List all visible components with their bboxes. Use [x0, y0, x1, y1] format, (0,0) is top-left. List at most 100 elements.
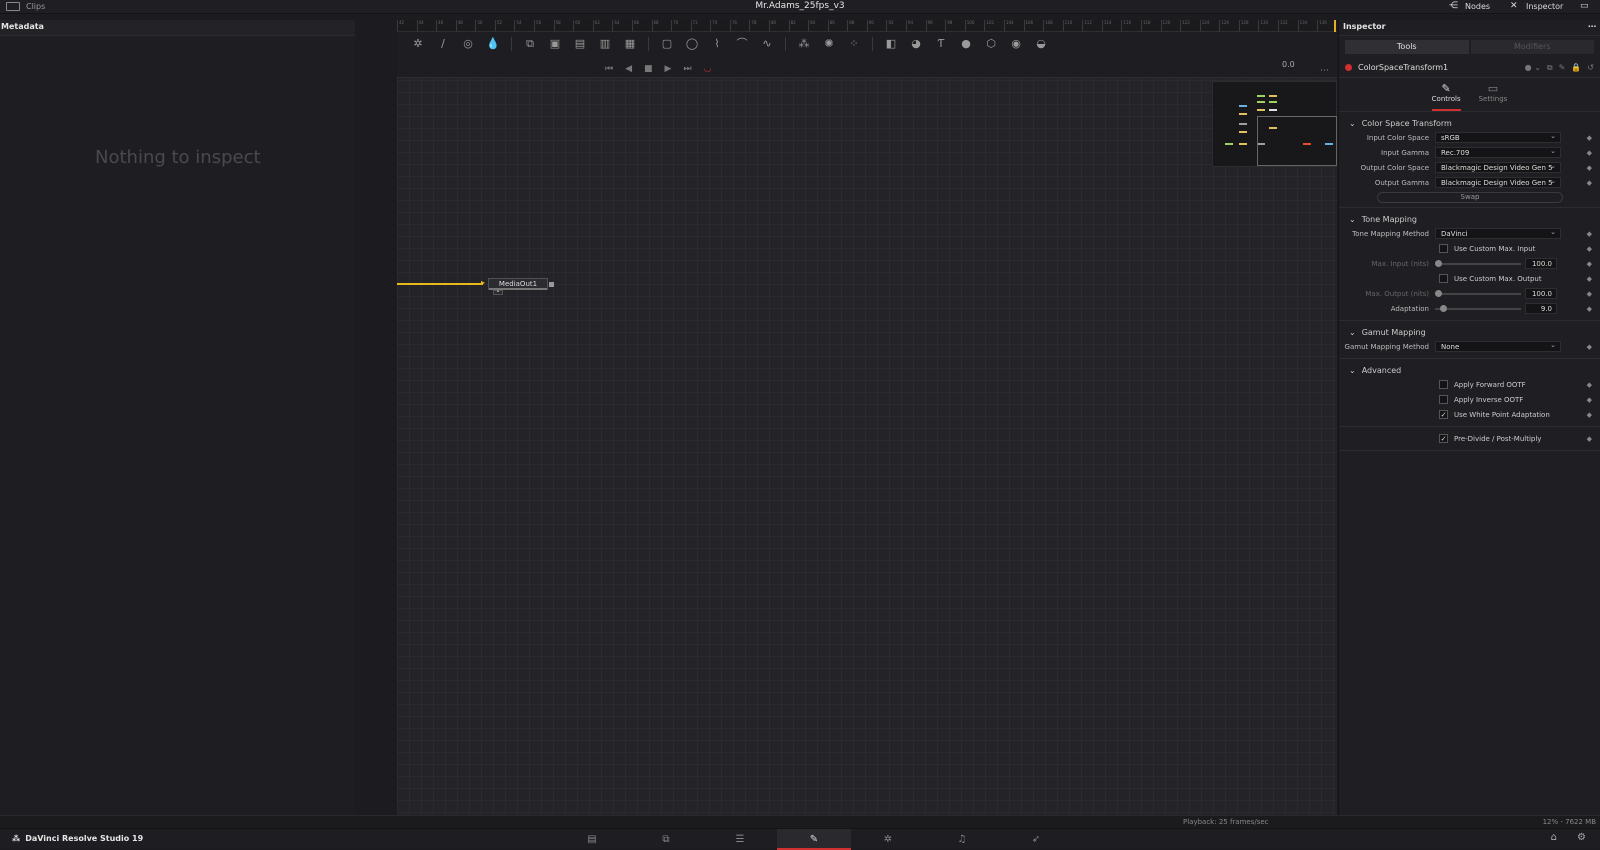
camera-3d-icon[interactable]: ⬡: [980, 36, 1002, 52]
output-color-space-dropdown[interactable]: Blackmagic Design Video Gen 5: [1435, 161, 1561, 173]
section-advanced[interactable]: ⌄ Advanced: [1339, 363, 1600, 377]
go-to-end-icon[interactable]: ⏭: [683, 64, 691, 74]
node-mask-port[interactable]: •: [493, 290, 503, 295]
inspector-options-icon[interactable]: ⋯: [1588, 22, 1596, 33]
use-custom-max-output-checkbox[interactable]: [1439, 274, 1448, 283]
keyframe-icon[interactable]: ◆: [1587, 134, 1592, 142]
version-dropdown-icon[interactable]: ● ⌄: [1525, 63, 1541, 73]
use-custom-max-input-checkbox[interactable]: [1439, 244, 1448, 253]
apply-inverse-ootf-checkbox[interactable]: [1439, 395, 1448, 404]
particle-render-icon[interactable]: ✺: [818, 36, 840, 52]
fullscreen-button[interactable]: ▭: [1580, 1, 1591, 11]
adaptation-slider[interactable]: [1435, 304, 1521, 312]
go-to-start-icon[interactable]: ⏮: [605, 64, 613, 74]
swap-button[interactable]: Swap: [1377, 192, 1563, 203]
more-options-icon[interactable]: ⋯: [1320, 66, 1329, 76]
tab-controls[interactable]: ✎ Controls: [1431, 82, 1461, 111]
max-output-slider[interactable]: [1435, 289, 1521, 297]
particle-icon[interactable]: ⁘: [843, 36, 865, 52]
section-tone-mapping[interactable]: ⌄ Tone Mapping: [1339, 212, 1600, 226]
tone-method-dropdown[interactable]: DaVinci: [1435, 227, 1561, 239]
bspline-mask-icon[interactable]: ⌒: [731, 36, 753, 52]
max-input-slider[interactable]: [1435, 259, 1521, 267]
blur-icon[interactable]: 💧: [482, 36, 504, 52]
slider-knob[interactable]: [1440, 304, 1447, 312]
particle-emitter-icon[interactable]: ⁂: [793, 36, 815, 52]
slider-knob[interactable]: [1435, 289, 1442, 297]
slider-knob[interactable]: [1435, 259, 1442, 267]
loop-icon[interactable]: ◡: [704, 64, 712, 74]
section-color-space-transform[interactable]: ⌄ Color Space Transform: [1339, 116, 1600, 130]
keyframe-icon[interactable]: ◆: [1587, 230, 1592, 238]
max-input-field[interactable]: 100.0: [1525, 258, 1557, 269]
stop-icon[interactable]: ■: [644, 64, 653, 74]
keyframe-icon[interactable]: ◆: [1587, 290, 1592, 298]
color-correct-icon[interactable]: ▣: [544, 36, 566, 52]
timecode-display[interactable]: 0.0: [1282, 60, 1295, 69]
section-gamut-mapping[interactable]: ⌄ Gamut Mapping: [1339, 325, 1600, 339]
pin-icon[interactable]: ✎: [1559, 63, 1566, 73]
predivide-checkbox[interactable]: ✓: [1439, 434, 1448, 443]
transform-icon[interactable]: ▥: [594, 36, 616, 52]
inspector-button[interactable]: ✕ Inspector: [1510, 1, 1563, 11]
keyframe-icon[interactable]: ◆: [1587, 435, 1592, 443]
cut-page-icon[interactable]: ⧉: [629, 829, 703, 850]
navigator-viewport[interactable]: [1257, 116, 1337, 166]
wand-mask-icon[interactable]: ∿: [756, 36, 778, 52]
tab-tools[interactable]: Tools: [1345, 40, 1469, 54]
output-gamma-dropdown[interactable]: Blackmagic Design Video Gen 5: [1435, 176, 1561, 188]
keyframe-icon[interactable]: ◆: [1587, 343, 1592, 351]
rectangle-mask-icon[interactable]: ▢: [656, 36, 678, 52]
text-3d-icon[interactable]: Ƭ: [930, 36, 952, 52]
keyframe-icon[interactable]: ◆: [1587, 305, 1592, 313]
input-gamma-dropdown[interactable]: Rec.709: [1435, 146, 1561, 158]
gamut-method-dropdown[interactable]: None: [1435, 340, 1561, 352]
lock-icon[interactable]: 🔒: [1571, 63, 1581, 73]
image-plane-3d-icon[interactable]: ◧: [880, 36, 902, 52]
curves-icon[interactable]: ▤: [569, 36, 591, 52]
keyframe-icon[interactable]: ◆: [1587, 149, 1592, 157]
keyframe-icon[interactable]: ◆: [1587, 245, 1592, 253]
node-editor[interactable]: 42 44 46 48 50 52 54 56 58 60 62 64 66 68 70 72 74 76 78 80…: [397, 20, 1337, 815]
play-icon[interactable]: ▶: [665, 64, 672, 74]
resize-icon[interactable]: ▦: [619, 36, 641, 52]
tool-enable-icon[interactable]: [1345, 64, 1352, 71]
keyframe-icon[interactable]: ◆: [1587, 260, 1592, 268]
tab-settings[interactable]: ▭ Settings: [1479, 82, 1508, 111]
apply-forward-ootf-checkbox[interactable]: [1439, 380, 1448, 389]
keyframe-icon[interactable]: ◆: [1587, 411, 1592, 419]
media-page-icon[interactable]: ▤: [555, 829, 629, 850]
node-output-port[interactable]: [549, 282, 554, 287]
nodes-button[interactable]: ⋲ Nodes: [1449, 1, 1490, 11]
background-icon[interactable]: ✲: [407, 36, 429, 52]
fairlight-page-icon[interactable]: ♫: [925, 829, 999, 850]
max-output-field[interactable]: 100.0: [1525, 288, 1557, 299]
polygon-mask-icon[interactable]: ⌇: [706, 36, 728, 52]
merge-icon[interactable]: ⧉: [519, 36, 541, 52]
node-connection-line[interactable]: [397, 283, 483, 285]
tab-modifiers[interactable]: Modifiers: [1470, 40, 1594, 54]
reset-icon[interactable]: ↺: [1587, 63, 1594, 73]
input-color-space-dropdown[interactable]: sRGB: [1435, 131, 1561, 143]
edit-page-icon[interactable]: ☰: [703, 829, 777, 850]
text-icon[interactable]: ◎: [457, 36, 479, 52]
light-3d-icon[interactable]: ◒: [1030, 36, 1052, 52]
keyframe-icon[interactable]: ◆: [1587, 275, 1592, 283]
shape-3d-icon[interactable]: ●: [955, 36, 977, 52]
color-page-icon[interactable]: ✲: [851, 829, 925, 850]
render-3d-icon[interactable]: ◉: [1005, 36, 1027, 52]
deliver-page-icon[interactable]: ➶: [999, 829, 1073, 850]
keyframe-icon[interactable]: ◆: [1587, 396, 1592, 404]
playhead[interactable]: [1334, 20, 1336, 32]
merge-3d-icon[interactable]: ◕: [905, 36, 927, 52]
versions-icon[interactable]: ⧉: [1547, 63, 1553, 73]
play-reverse-icon[interactable]: ◀: [625, 64, 632, 74]
keyframe-icon[interactable]: ◆: [1587, 381, 1592, 389]
mediaout-node[interactable]: MediaOut1 •: [488, 278, 554, 295]
home-icon[interactable]: ⌂: [1551, 832, 1557, 843]
time-ruler[interactable]: 42 44 46 48 50 52 54 56 58 60 62 64 66 68 70 72 74 76 78 80…: [397, 20, 1337, 32]
ellipse-mask-icon[interactable]: ◯: [681, 36, 703, 52]
node-navigator[interactable]: [1212, 81, 1337, 167]
gear-icon[interactable]: ⚙: [1577, 832, 1586, 843]
tool-name[interactable]: ColorSpaceTransform1: [1358, 63, 1519, 72]
